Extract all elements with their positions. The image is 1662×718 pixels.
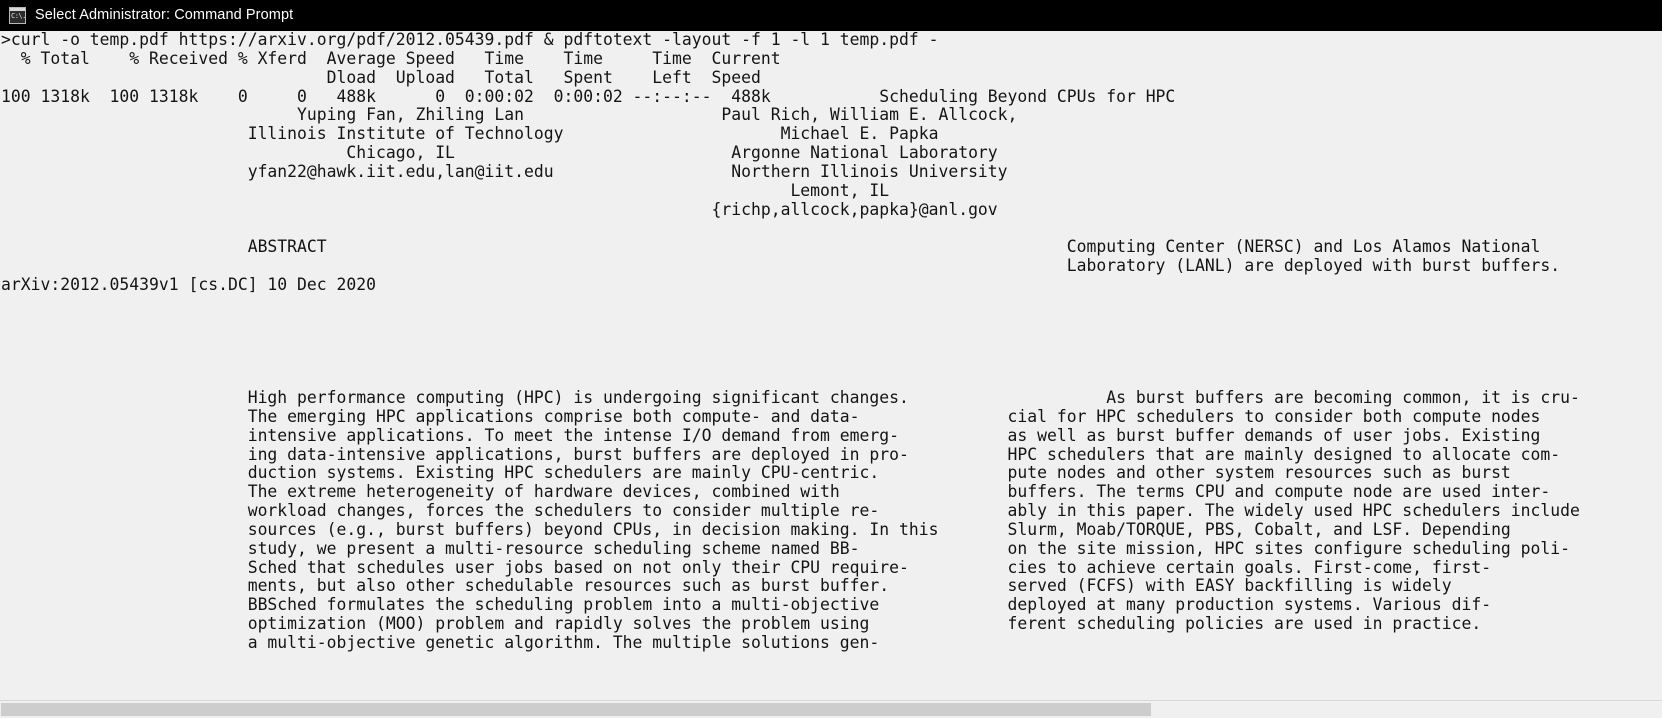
window-titlebar[interactable]: C:\. Select Administrator: Command Promp… xyxy=(0,0,1662,31)
console-line: optimization (MOO) problem and rapidly s… xyxy=(1,614,1482,634)
console-line: Yuping Fan, Zhiling Lan Paul Rich, Willi… xyxy=(1,105,1018,125)
console-line: arXiv:2012.05439v1 [cs.DC] 10 Dec 2020 xyxy=(1,274,376,294)
console-line: workload changes, forces the schedulers … xyxy=(1,501,1580,521)
console-line: Lemont, IL xyxy=(1,180,890,200)
console-line: High performance computing (HPC) is unde… xyxy=(1,388,1580,408)
console-line: The extreme heterogeneity of hardware de… xyxy=(1,482,1551,502)
horizontal-scroll-thumb[interactable] xyxy=(1,703,1151,716)
window-title: Select Administrator: Command Prompt xyxy=(35,7,294,23)
console-line: {richp,allcock,papka}@anl.gov xyxy=(1,199,998,219)
console-line: Chicago, IL Argonne National Laboratory xyxy=(1,143,998,163)
command-prompt-icon-glyph: C:\. xyxy=(11,12,26,20)
console-line: % Total % Received % Xferd Average Speed… xyxy=(1,48,781,68)
console-line: sources (e.g., burst buffers) beyond CPU… xyxy=(1,519,1511,539)
console-line: intensive applications. To meet the inte… xyxy=(1,425,1541,445)
console-line: ABSTRACT Computing Center (NERSC) and Lo… xyxy=(1,237,1541,257)
command-prompt-icon: C:\. xyxy=(9,7,26,24)
console-line: Sched that schedules user jobs based on … xyxy=(1,557,1492,577)
console-line: study, we present a multi-resource sched… xyxy=(1,538,1571,558)
console-line: ing data-intensive applications, burst b… xyxy=(1,444,1561,464)
console-text-buffer: >curl -o temp.pdf https://arxiv.org/pdf/… xyxy=(0,31,1662,653)
command-prompt-window: C:\. Select Administrator: Command Promp… xyxy=(0,0,1662,718)
console-line: >curl -o temp.pdf https://arxiv.org/pdf/… xyxy=(1,31,939,49)
horizontal-scrollbar[interactable] xyxy=(0,700,1662,718)
console-line: yfan22@hawk.iit.edu,lan@iit.edu Northern… xyxy=(1,161,1008,181)
console-line: The emerging HPC applications comprise b… xyxy=(1,406,1541,426)
console-line: Laboratory (LANL) are deployed with burs… xyxy=(1,256,1561,276)
console-line: 100 1318k 100 1318k 0 0 488k 0 0:00:02 0… xyxy=(1,86,1176,106)
console-line: ments, but also other schedulable resour… xyxy=(1,576,1452,596)
console-output-area[interactable]: >curl -o temp.pdf https://arxiv.org/pdf/… xyxy=(0,31,1662,700)
console-line: Dload Upload Total Spent Left Speed xyxy=(1,67,761,87)
console-line: duction systems. Existing HPC schedulers… xyxy=(1,463,1511,483)
console-line: BBSched formulates the scheduling proble… xyxy=(1,595,1492,615)
console-line: Illinois Institute of Technology Michael… xyxy=(1,124,939,144)
console-line: a multi-objective genetic algorithm. The… xyxy=(1,633,880,652)
